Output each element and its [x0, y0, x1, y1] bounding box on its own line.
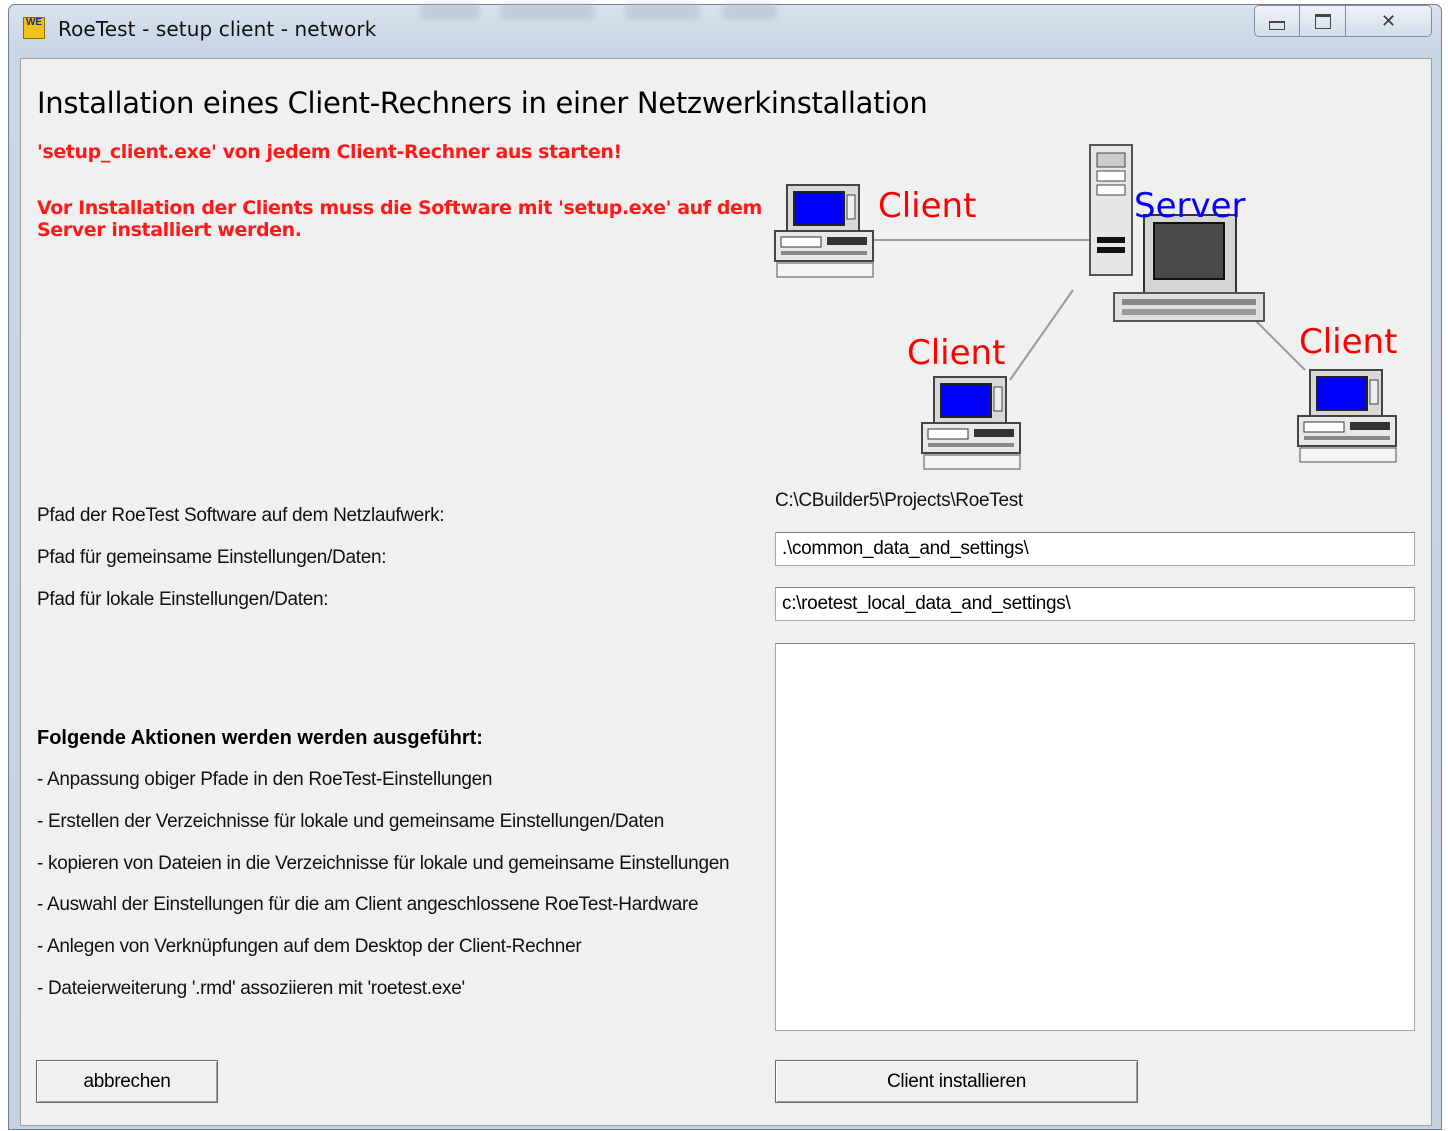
actions-heading: Folgende Aktionen werden werden ausgefüh… [37, 727, 483, 749]
software-path-label: Pfad der RoeTest Software auf dem Netzla… [37, 505, 445, 526]
maximize-button[interactable] [1300, 5, 1346, 37]
background-blur [625, 4, 700, 20]
warning-start-setup: 'setup_client.exe' von jedem Client-Rech… [37, 141, 622, 163]
server-label: Server [1134, 186, 1246, 226]
action-item: - kopieren von Dateien in die Verzeichni… [37, 853, 730, 874]
local-path-label: Pfad für lokale Einstellungen/Daten: [37, 589, 329, 610]
client-computer-icon [1297, 369, 1397, 463]
window-title: RoeTest - setup client - network [58, 17, 377, 41]
action-item: - Dateierweiterung '.rmd' assoziieren mi… [37, 978, 465, 999]
warning-install-server-line2: Server installiert werden. [37, 219, 302, 241]
cancel-button[interactable]: abbrechen [36, 1060, 218, 1103]
common-path-input[interactable]: .\common_data_and_settings\ [775, 532, 1415, 566]
action-item: - Anpassung obiger Pfade in den RoeTest-… [37, 769, 493, 790]
action-item: - Erstellen der Verzeichnisse für lokale… [37, 811, 665, 832]
background-blur [722, 4, 777, 20]
maximize-icon [1314, 13, 1331, 29]
roetest-app-icon[interactable]: WE [23, 17, 45, 39]
action-item: - Anlegen von Verknüpfungen auf dem Desk… [37, 936, 582, 957]
client-label: Client [907, 333, 1005, 373]
client-label: Client [878, 186, 976, 226]
caption-buttons: ✕ [1254, 5, 1432, 37]
client-label: Client [1299, 322, 1397, 362]
server-tower-icon [1089, 144, 1133, 276]
minimize-icon [1269, 20, 1285, 30]
common-path-label: Pfad für gemeinsame Einstellungen/Daten: [37, 547, 387, 568]
client-computer-icon [921, 376, 1021, 470]
network-diagram: Client Server Client Client [774, 144, 1397, 470]
page-heading: Installation eines Client-Rechners in ei… [37, 86, 928, 120]
server-monitor-icon [1113, 214, 1265, 322]
client-computer-icon [774, 184, 874, 278]
minimize-button[interactable] [1254, 5, 1300, 37]
background-blur [420, 4, 480, 20]
local-path-input[interactable]: c:\roetest_local_data_and_settings\ [775, 587, 1415, 621]
action-item: - Auswahl der Einstellungen für die am C… [37, 894, 699, 915]
background-blur [500, 4, 595, 20]
close-button[interactable]: ✕ [1346, 5, 1432, 37]
close-icon: ✕ [1380, 10, 1397, 31]
install-client-button[interactable]: Client installieren [775, 1060, 1138, 1103]
log-output-memo[interactable] [775, 643, 1415, 1031]
software-path-value: C:\CBuilder5\Projects\RoeTest [775, 490, 1023, 511]
warning-install-server-line1: Vor Installation der Clients muss die So… [37, 197, 762, 219]
